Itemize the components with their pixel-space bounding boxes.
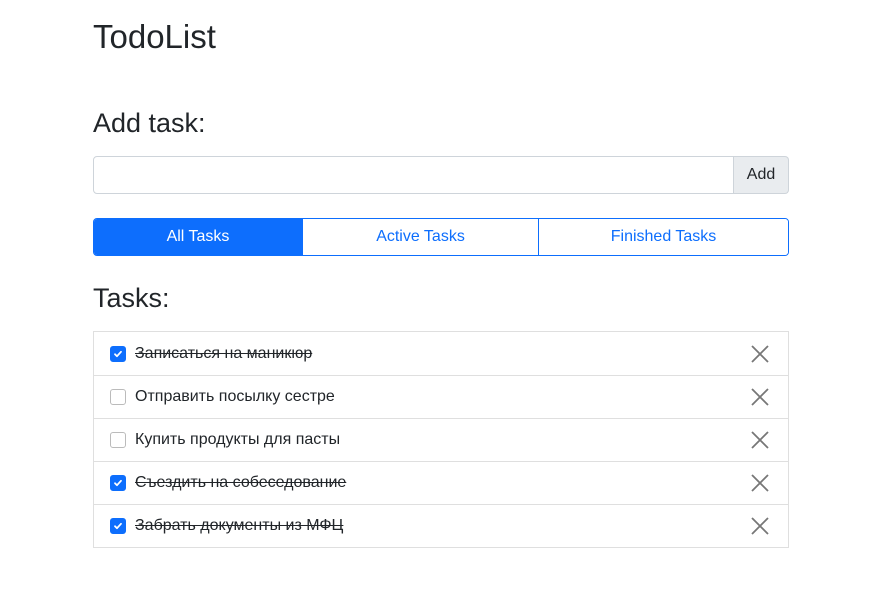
task-row: Купить продукты для пасты: [94, 418, 788, 461]
close-icon[interactable]: [750, 516, 770, 536]
check-icon: [114, 479, 122, 487]
tasks-heading: Tasks:: [93, 283, 170, 313]
task-row: Отправить посылку сестре: [94, 375, 788, 418]
task-text: Забрать документы из МФЦ: [135, 517, 344, 534]
close-icon[interactable]: [750, 473, 770, 493]
task-row: Записаться на маникюр: [94, 332, 788, 375]
close-icon[interactable]: [750, 344, 770, 364]
task-input[interactable]: [93, 156, 734, 194]
task-checkbox[interactable]: [110, 345, 126, 362]
task-checkbox[interactable]: [110, 518, 126, 534]
task-row: Забрать документы из МФЦ: [94, 504, 788, 547]
task-text: Отправить посылку сестре: [135, 388, 335, 405]
task-checkbox[interactable]: [110, 475, 126, 491]
tab-all-tasks[interactable]: All Tasks: [94, 219, 302, 255]
task-checkbox[interactable]: [110, 389, 126, 405]
tab-finished-tasks[interactable]: Finished Tasks: [538, 219, 788, 255]
check-icon: [114, 522, 122, 530]
task-text: Купить продукты для пасты: [135, 431, 341, 448]
check-icon: [114, 350, 122, 357]
task-row: Съездить на собеседование: [94, 461, 788, 504]
app-title: TodoList: [93, 18, 216, 55]
task-checkbox[interactable]: [110, 432, 126, 448]
filter-tabs: All Tasks Active Tasks Finished Tasks: [93, 218, 789, 256]
close-icon[interactable]: [750, 387, 770, 407]
add-task-group: Add: [93, 156, 789, 194]
task-list: Записаться на маникюр Отправить посылку …: [93, 331, 789, 548]
task-text: Записаться на маникюр: [135, 344, 313, 362]
tab-active-tasks[interactable]: Active Tasks: [302, 219, 538, 255]
add-button[interactable]: Add: [734, 156, 789, 194]
add-task-heading: Add task:: [93, 108, 206, 138]
task-text: Съездить на собеседование: [135, 474, 347, 491]
close-icon[interactable]: [750, 430, 770, 450]
